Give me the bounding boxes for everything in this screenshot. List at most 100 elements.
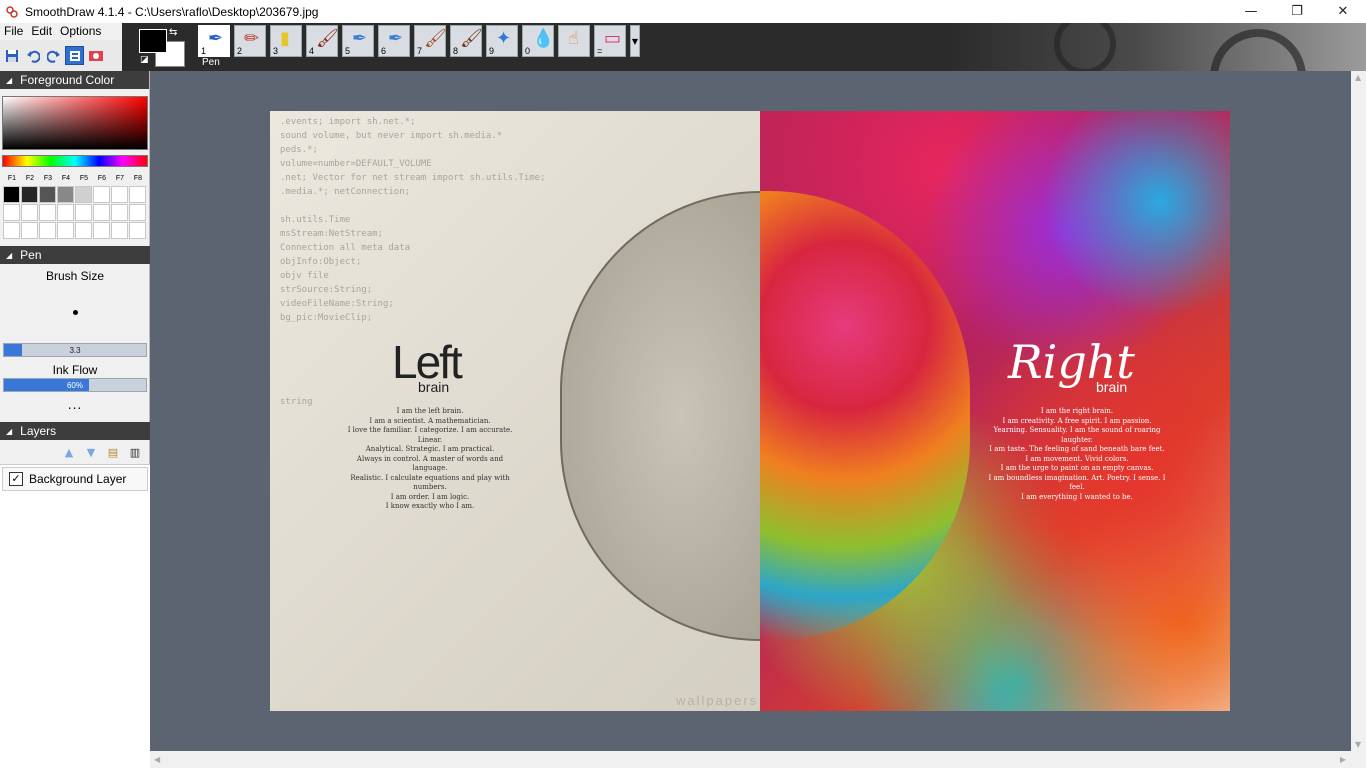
reset-colors-icon[interactable]: ◪ (140, 55, 149, 65)
foreground-color-swatch[interactable] (139, 29, 167, 53)
menu-options[interactable]: Options (56, 23, 105, 40)
palette-swatch[interactable] (39, 186, 56, 203)
layer-properties-icon[interactable]: ▥ (128, 445, 142, 459)
menu-bar: File Edit Options (0, 23, 122, 40)
palette-swatch[interactable] (93, 222, 110, 239)
brush-oil-brush-button[interactable]: 🖌 7 (414, 25, 447, 57)
palette-swatch[interactable] (75, 222, 92, 239)
image-right-subtitle: brain (1096, 379, 1128, 395)
color-picker-gradient[interactable] (2, 96, 148, 150)
scroll-down-icon[interactable]: ▼ (1355, 740, 1361, 749)
palette-swatch[interactable] (75, 204, 92, 221)
new-layer-icon[interactable]: ▤ (106, 445, 120, 459)
more-options-button[interactable]: ... (0, 398, 150, 412)
scroll-left-icon[interactable]: ◀ (154, 755, 160, 764)
brush-shortcut-label: 2 (237, 46, 243, 56)
swap-colors-icon[interactable]: ⇆ (169, 27, 177, 38)
canvas-workspace[interactable]: .events; import sh.net.*; sound volume, … (150, 71, 1351, 751)
canvas-image[interactable]: .events; import sh.net.*; sound volume, … (270, 111, 1230, 711)
water-drop-icon: 💧 (532, 28, 555, 49)
view-mode-icon[interactable] (65, 46, 84, 65)
palette-key-label: F3 (43, 175, 53, 182)
brush-star-brush-button[interactable]: ✦ 9 (486, 25, 518, 57)
palette-key-label: F8 (133, 175, 143, 182)
brush-brush-button[interactable]: 🖌 4 (306, 25, 339, 57)
undo-icon[interactable] (23, 46, 42, 65)
palette-key-label: F4 (61, 175, 71, 182)
record-icon[interactable] (86, 46, 105, 65)
menu-edit[interactable]: Edit (27, 23, 56, 40)
brush-shortcut-label: 9 (489, 46, 495, 56)
brush-pencil-button[interactable]: ✏ 2 (234, 25, 266, 57)
brush-size-preview (72, 310, 78, 315)
layer-toolbar: ▲ ▼ ▤ ▥ (0, 440, 150, 464)
palette-swatch[interactable] (129, 222, 146, 239)
palette-swatch[interactable] (129, 204, 146, 221)
layers-header[interactable]: ◢ Layers (0, 422, 150, 440)
ink-flow-slider[interactable]: 60% (3, 378, 147, 392)
menu-file[interactable]: File (0, 23, 27, 40)
move-layer-up-icon[interactable]: ▲ (62, 445, 76, 459)
palette-swatch[interactable] (129, 186, 146, 203)
vertical-scrollbar[interactable]: ▲ ▼ (1351, 71, 1366, 751)
palette-swatch[interactable] (39, 204, 56, 221)
more-brushes-dropdown[interactable]: ▼ (630, 25, 640, 57)
horizontal-scrollbar[interactable]: ◀ ▶ (150, 751, 1366, 768)
window-title: SmoothDraw 4.1.4 - C:\Users\raflo\Deskto… (25, 4, 319, 19)
palette-key-label: F1 (7, 175, 17, 182)
palette-swatch[interactable] (57, 204, 74, 221)
palette-swatch[interactable] (21, 186, 38, 203)
close-button[interactable]: ✕ (1320, 0, 1366, 23)
hand-icon: ☝ (568, 28, 579, 49)
brush-water-drop-button[interactable]: 💧 0 (522, 25, 554, 57)
palette-swatch[interactable] (3, 222, 20, 239)
move-layer-down-icon[interactable]: ▼ (84, 445, 98, 459)
brush-watercolor-button[interactable]: ✒ 6 (378, 25, 410, 57)
layer-item[interactable]: ✓ Background Layer (2, 467, 148, 491)
redo-icon[interactable] (44, 46, 63, 65)
brush-marker-button[interactable]: 🖌 8 (450, 25, 483, 57)
highlighter-icon: ▮ (280, 28, 290, 49)
palette-swatch[interactable] (57, 186, 74, 203)
brush-hand-button[interactable]: ☝ (558, 25, 590, 57)
brush-icon: 🖌 (316, 28, 339, 49)
scroll-right-icon[interactable]: ▶ (1340, 755, 1346, 764)
palette-key-label: F6 (97, 175, 107, 182)
section-title: Pen (20, 248, 42, 262)
brush-size-slider[interactable]: 3.3 (3, 343, 147, 357)
brush-airbrush-button[interactable]: ✒ 5 (342, 25, 374, 57)
palette-swatch[interactable] (21, 204, 38, 221)
pen-header[interactable]: ◢ Pen (0, 246, 150, 264)
maximize-button[interactable]: ❐ (1274, 0, 1320, 23)
palette-swatch[interactable] (75, 186, 92, 203)
palette-key-labels: F1 F2 F3 F4 F5 F6 F7 F8 (3, 175, 149, 182)
oil-brush-icon: 🖌 (424, 28, 447, 49)
layer-name: Background Layer (29, 472, 127, 486)
brush-shortcut-label: 4 (309, 46, 315, 56)
minimize-button[interactable]: — (1228, 0, 1274, 23)
brush-pen-button[interactable]: ✒ 1 (198, 25, 230, 57)
brush-shortcut-label: 3 (273, 46, 279, 56)
palette-swatch[interactable] (111, 222, 128, 239)
palette-swatch[interactable] (111, 204, 128, 221)
palette-swatch[interactable] (93, 186, 110, 203)
palette-swatch[interactable] (21, 222, 38, 239)
foreground-color-header[interactable]: ◢ Foreground Color (0, 71, 149, 89)
save-icon[interactable] (2, 46, 21, 65)
brush-shortcut-label: = (597, 46, 603, 56)
brush-shortcut-label: 6 (381, 46, 387, 56)
layer-visibility-checkbox[interactable]: ✓ (9, 472, 23, 486)
palette-swatch[interactable] (111, 186, 128, 203)
hue-slider[interactable] (2, 155, 148, 167)
brush-eraser-button[interactable]: ▭ = (594, 25, 626, 57)
palette-swatch[interactable] (93, 204, 110, 221)
brush-highlighter-button[interactable]: ▮ 3 (270, 25, 302, 57)
palette-swatch[interactable] (3, 204, 20, 221)
scroll-up-icon[interactable]: ▲ (1355, 73, 1361, 82)
palette-swatch[interactable] (39, 222, 56, 239)
ink-flow-value: 60% (66, 381, 83, 390)
palette-swatch[interactable] (57, 222, 74, 239)
title-bar: SmoothDraw 4.1.4 - C:\Users\raflo\Deskto… (0, 0, 1366, 23)
collapse-triangle-icon: ◢ (6, 75, 13, 85)
palette-swatch[interactable] (3, 186, 20, 203)
